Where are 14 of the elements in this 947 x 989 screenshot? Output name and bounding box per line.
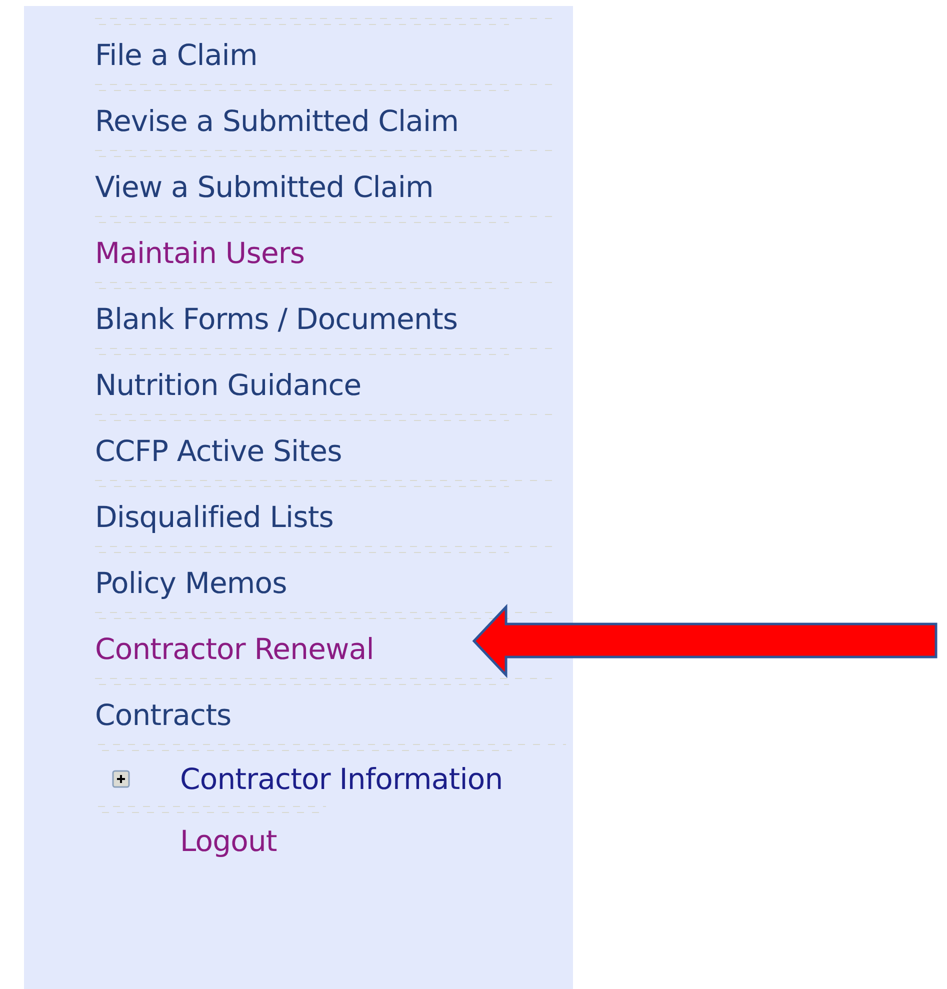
menu-link[interactable]: Revise a Submitted Claim bbox=[95, 104, 459, 138]
menu-link[interactable]: Contractor Renewal bbox=[95, 632, 374, 666]
menu-link[interactable]: Nutrition Guidance bbox=[95, 368, 362, 402]
menu-link[interactable]: Logout bbox=[180, 824, 277, 858]
menu-link[interactable]: CCFP Active Sites bbox=[95, 434, 342, 468]
menu-link[interactable]: Disqualified Lists bbox=[95, 500, 334, 534]
menu-link[interactable]: View a Submitted Claim bbox=[95, 170, 434, 204]
menu-link[interactable]: File a Claim bbox=[95, 38, 258, 72]
menu-link[interactable]: Policy Memos bbox=[95, 566, 287, 600]
menu-link[interactable]: Contracts bbox=[95, 698, 232, 732]
menu-link[interactable]: Maintain Users bbox=[95, 236, 305, 270]
expand-icon[interactable] bbox=[112, 770, 130, 788]
menu-link[interactable]: Contractor Information bbox=[180, 762, 503, 796]
menu-link[interactable]: Blank Forms / Documents bbox=[95, 302, 458, 336]
